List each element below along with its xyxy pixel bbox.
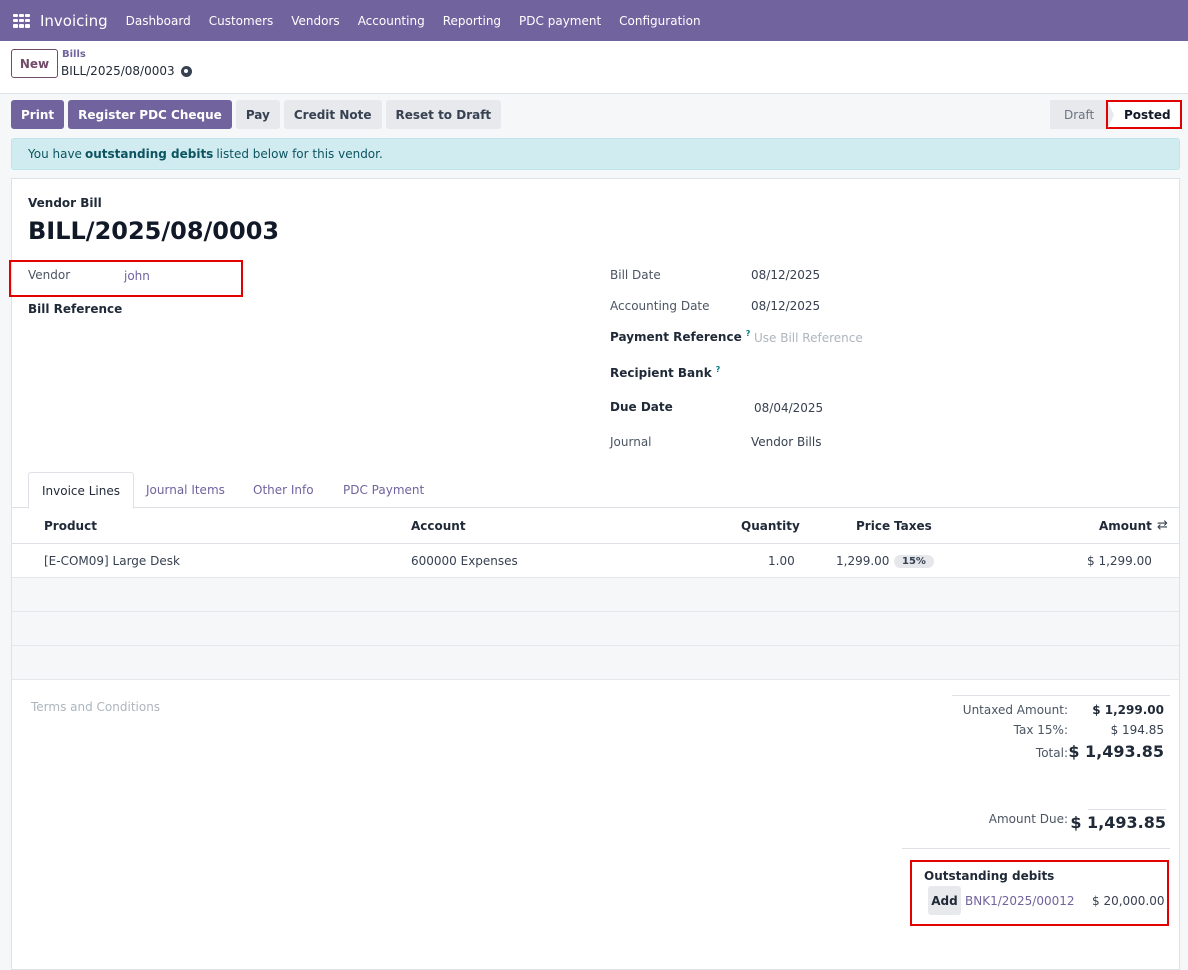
tab-pdc-payment[interactable]: PDC Payment	[343, 472, 424, 508]
tax-badge: 15%	[894, 555, 934, 568]
nav-vendors[interactable]: Vendors	[291, 14, 339, 28]
apps-menu-icon[interactable]	[13, 13, 30, 28]
header-taxes[interactable]: Taxes	[894, 519, 932, 533]
header-product[interactable]: Product	[44, 519, 97, 533]
table-header: Product Account Quantity Price Taxes Amo…	[12, 508, 1179, 544]
payment-reference-label: Payment Reference?	[610, 329, 750, 344]
empty-row	[12, 612, 1179, 646]
terms-field[interactable]: Terms and Conditions	[31, 700, 160, 714]
cell-quantity: 1.00	[768, 554, 795, 568]
outstanding-reference[interactable]: BNK1/2025/00012	[965, 894, 1075, 908]
nav-dashboard[interactable]: Dashboard	[126, 14, 191, 28]
header-amount[interactable]: Amount	[1099, 519, 1152, 533]
nav-customers[interactable]: Customers	[209, 14, 274, 28]
recipient-bank-label: Recipient Bank?	[610, 365, 720, 380]
vendor-field[interactable]: john	[124, 269, 150, 283]
gear-icon[interactable]	[180, 65, 192, 77]
table-row[interactable]: [E-COM09] Large Desk 600000 Expenses 1.0…	[12, 544, 1179, 578]
add-outstanding-button[interactable]: Add	[928, 886, 961, 915]
due-date-label: Due Date	[610, 400, 673, 414]
register-pdc-cheque-button[interactable]: Register PDC Cheque	[68, 100, 232, 129]
help-icon[interactable]: ?	[716, 365, 721, 374]
accounting-date-field[interactable]: 08/12/2025	[751, 299, 820, 313]
control-panel: New Bills BILL/2025/08/0003	[0, 41, 1188, 94]
bill-date-label: Bill Date	[610, 268, 661, 282]
page-title: BILL/2025/08/0003	[28, 217, 280, 245]
empty-row	[12, 646, 1179, 680]
due-date-field[interactable]: 08/04/2025	[754, 401, 823, 415]
header-quantity[interactable]: Quantity	[741, 519, 800, 533]
cell-amount: $ 1,299.00	[1087, 554, 1152, 568]
optional-columns-icon[interactable]: ⇄	[1157, 518, 1168, 533]
nav-configuration[interactable]: Configuration	[619, 14, 700, 28]
status-draft[interactable]: Draft	[1050, 100, 1106, 129]
print-button[interactable]: Print	[11, 100, 65, 129]
status-bar: Draft Posted	[1050, 100, 1182, 129]
breadcrumb-current-label: BILL/2025/08/0003	[61, 64, 175, 78]
nav-reporting[interactable]: Reporting	[443, 14, 501, 28]
total-label: Total:	[1035, 746, 1068, 760]
tax-value: $ 194.85	[1110, 723, 1164, 737]
top-navbar: Invoicing Dashboard Customers Vendors Ac…	[0, 0, 1188, 41]
status-posted[interactable]: Posted	[1106, 100, 1182, 129]
tab-invoice-lines[interactable]: Invoice Lines	[28, 472, 134, 509]
alert-suffix: listed below for this vendor.	[216, 147, 383, 161]
action-buttons: Print Register PDC Cheque Pay Credit Not…	[11, 100, 502, 129]
accounting-date-label: Accounting Date	[610, 299, 710, 313]
vendor-label: Vendor	[28, 268, 71, 282]
totals-divider	[952, 695, 1170, 696]
journal-label: Journal	[610, 435, 652, 449]
cell-account: 600000 Expenses	[411, 554, 518, 568]
header-price[interactable]: Price	[856, 519, 890, 533]
new-button[interactable]: New	[11, 49, 58, 78]
bill-reference-label: Bill Reference	[28, 302, 123, 316]
journal-field[interactable]: Vendor Bills	[751, 435, 821, 449]
tax-label: Tax 15%:	[1013, 723, 1068, 737]
alert-bold: outstanding debits	[84, 147, 214, 161]
untaxed-value: $ 1,299.00	[1092, 703, 1164, 717]
doc-type: Vendor Bill	[28, 196, 102, 210]
alert-prefix: You have	[28, 147, 82, 161]
reset-to-draft-button[interactable]: Reset to Draft	[385, 100, 502, 129]
amount-due-value: $ 1,493.85	[1070, 813, 1166, 832]
total-value: $ 1,493.85	[1068, 742, 1164, 761]
outstanding-alert: You have outstanding debits listed below…	[11, 138, 1180, 170]
app-name[interactable]: Invoicing	[40, 12, 108, 30]
payment-reference-text: Payment Reference	[610, 330, 742, 344]
bill-date-field[interactable]: 08/12/2025	[751, 268, 820, 282]
header-account[interactable]: Account	[411, 519, 466, 533]
cell-price: 1,299.00	[836, 554, 890, 568]
outstanding-title: Outstanding debits	[924, 869, 1055, 883]
outstanding-amount: $ 20,000.00	[1092, 894, 1165, 908]
empty-row	[12, 578, 1179, 612]
help-icon[interactable]: ?	[746, 329, 751, 338]
form-sheet: Vendor Bill BILL/2025/08/0003 Vendor joh…	[9, 178, 1180, 970]
payment-reference-field[interactable]: Use Bill Reference	[754, 331, 863, 345]
breadcrumb-current: BILL/2025/08/0003	[61, 64, 192, 78]
nav-accounting[interactable]: Accounting	[358, 14, 425, 28]
credit-note-button[interactable]: Credit Note	[283, 100, 382, 129]
breadcrumb-parent[interactable]: Bills	[62, 49, 86, 60]
cell-product[interactable]: [E-COM09] Large Desk	[44, 554, 180, 568]
amount-due-label: Amount Due:	[988, 812, 1068, 826]
tab-journal-items[interactable]: Journal Items	[146, 472, 225, 508]
pay-button[interactable]: Pay	[235, 100, 280, 129]
nav-pdc-payment[interactable]: PDC payment	[519, 14, 601, 28]
amount-due-divider	[1088, 809, 1166, 810]
notebook-tabs: Invoice Lines Journal Items Other Info P…	[12, 472, 1179, 509]
recipient-bank-text: Recipient Bank	[610, 366, 712, 380]
untaxed-label: Untaxed Amount:	[962, 703, 1068, 717]
outstanding-divider	[902, 848, 1170, 849]
tab-other-info[interactable]: Other Info	[253, 472, 314, 508]
